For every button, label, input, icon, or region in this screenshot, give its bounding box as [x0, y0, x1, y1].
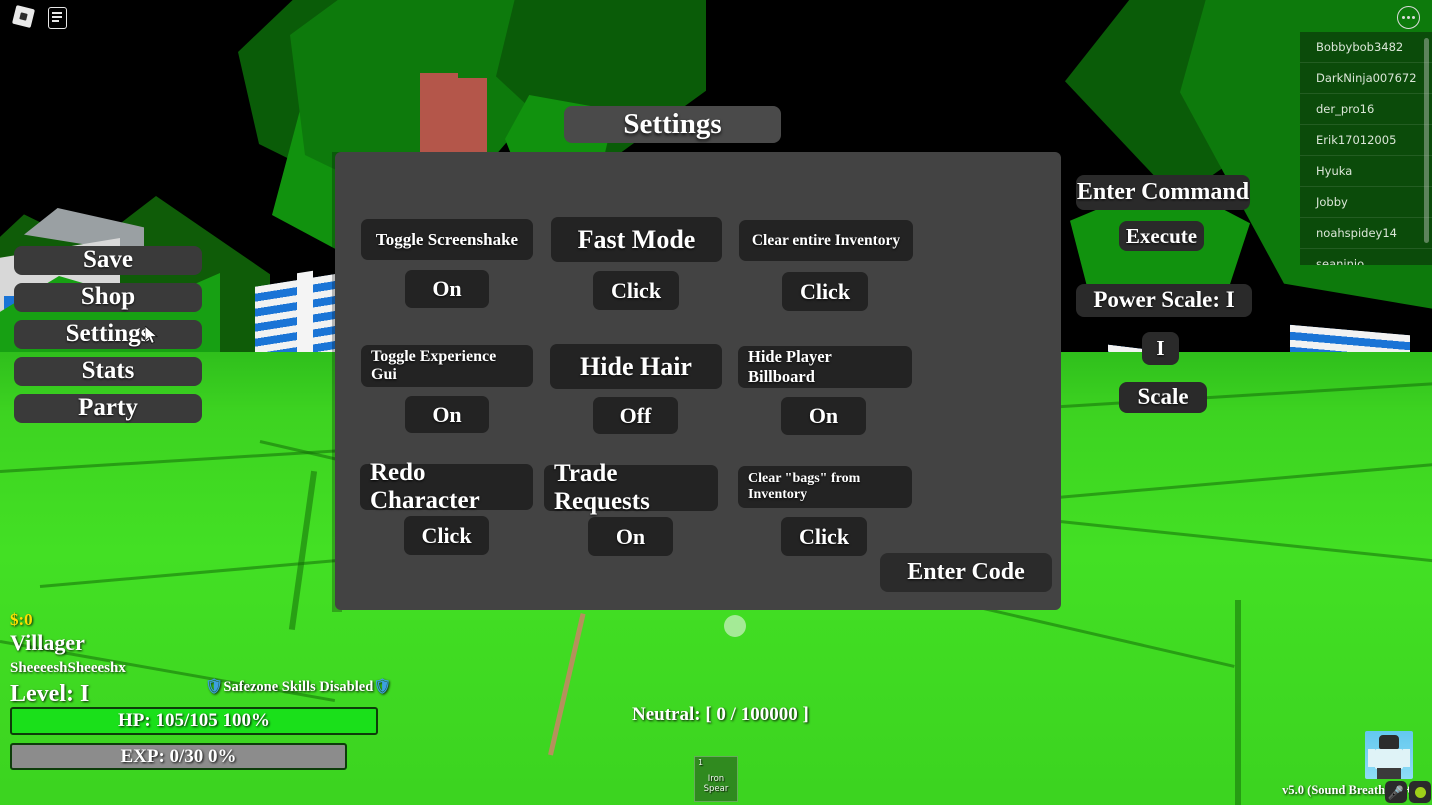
player-level: Level: I	[10, 681, 90, 708]
spear-tip	[724, 615, 746, 637]
avatar-legs	[1377, 768, 1401, 779]
setting-value-redo-character[interactable]: Click	[404, 516, 489, 555]
setting-label-hide-player-billboard[interactable]: Hide Player Billboard	[738, 346, 912, 388]
player-list-item[interactable]: seaninio	[1300, 249, 1432, 265]
capture-icon	[1414, 786, 1426, 798]
scale-value-field[interactable]: I	[1142, 332, 1179, 365]
avatar[interactable]	[1365, 731, 1413, 779]
hp-bar: HP: 105/105 100%	[10, 707, 378, 735]
microphone-icon: 🎤	[1387, 784, 1405, 800]
player-list-item[interactable]: der_pro16	[1300, 94, 1432, 125]
ground-seam-6	[1235, 600, 1241, 805]
menu-button-save[interactable]: Save	[14, 246, 202, 275]
mouse-cursor	[145, 326, 159, 345]
avatar-arm-left	[1368, 749, 1375, 767]
hp-bar-label: HP: 105/105 100%	[118, 710, 270, 731]
safezone-status: 🛡Safezone Skills Disabled🛡	[205, 678, 392, 696]
setting-value-toggle-experience-gui[interactable]: On	[405, 396, 489, 433]
dot	[1402, 16, 1405, 19]
setting-label-toggle-screenshake[interactable]: Toggle Screenshake	[361, 219, 533, 260]
setting-label-trade-requests[interactable]: Trade Requests	[544, 460, 718, 515]
menu-button-party[interactable]: Party	[14, 394, 202, 423]
setting-label-fast-mode[interactable]: Fast Mode	[551, 217, 722, 262]
setting-label-toggle-experience-gui[interactable]: Toggle Experience Gui	[361, 345, 533, 387]
capture-button[interactable]	[1409, 781, 1431, 803]
setting-value-trade-requests[interactable]: On	[588, 517, 673, 556]
player-username: SheeeeshSheeeshx	[10, 659, 126, 676]
setting-value-clear-bags-from-inventory[interactable]: Click	[781, 517, 867, 556]
shield-icon: 🛡	[205, 679, 224, 695]
menu-button-settings[interactable]: Settings	[14, 320, 202, 349]
hotbar-slot-number: 1	[698, 758, 704, 767]
player-list-item[interactable]: DarkNinja007672	[1300, 63, 1432, 94]
hotbar-slot-1[interactable]: 1 Iron Spear	[694, 756, 738, 802]
shield-icon: 🛡	[373, 679, 392, 695]
player-hud: $:0 Villager SheeeeshSheeeshx Level: I	[10, 610, 126, 709]
enter-code-button[interactable]: Enter Code	[880, 553, 1052, 592]
chat-icon[interactable]	[48, 7, 67, 29]
neutral-counter: Neutral: [ 0 / 100000 ]	[632, 704, 809, 725]
dot	[1412, 16, 1415, 19]
player-list-item[interactable]: Bobbybob3482	[1300, 32, 1432, 63]
microphone-button[interactable]: 🎤	[1385, 781, 1407, 803]
menu-button-shop[interactable]: Shop	[14, 283, 202, 312]
player-list-item[interactable]: Jobby	[1300, 187, 1432, 218]
menu-button-stats[interactable]: Stats	[14, 357, 202, 386]
setting-value-toggle-screenshake[interactable]: On	[405, 270, 489, 308]
avatar-arm-right	[1403, 749, 1410, 767]
scale-button[interactable]: Scale	[1119, 382, 1207, 413]
exp-bar: EXP: 0/30 0%	[10, 743, 347, 770]
money-display: $:0	[10, 610, 33, 629]
setting-value-fast-mode[interactable]: Click	[593, 271, 679, 310]
setting-value-clear-entire-inventory[interactable]: Click	[782, 272, 868, 311]
player-list-scrollbar[interactable]	[1424, 38, 1429, 243]
player-class: Villager	[10, 630, 85, 656]
avatar-body	[1375, 749, 1403, 769]
more-options-icon[interactable]	[1397, 6, 1420, 29]
setting-label-clear-bags-from-inventory[interactable]: Clear "bags" from Inventory	[738, 466, 912, 508]
player-list-item[interactable]: Erik17012005	[1300, 125, 1432, 156]
player-list-item[interactable]: noahspidey14	[1300, 218, 1432, 249]
player-list[interactable]: Bobbybob3482 DarkNinja007672 der_pro16 E…	[1300, 32, 1432, 265]
settings-panel: Toggle Screenshake On Fast Mode Click Cl…	[335, 152, 1061, 610]
setting-value-hide-player-billboard[interactable]: On	[781, 397, 866, 435]
execute-button[interactable]: Execute	[1119, 221, 1204, 251]
power-scale-label[interactable]: Power Scale: I	[1076, 284, 1252, 317]
setting-label-hide-hair[interactable]: Hide Hair	[550, 344, 722, 389]
player-list-item[interactable]: Hyuka	[1300, 156, 1432, 187]
avatar-head	[1379, 735, 1399, 749]
hotbar-item-name: Iron Spear	[703, 774, 729, 794]
roblox-logo-icon[interactable]	[11, 4, 36, 29]
left-menu: Save Shop Settings Stats Party	[14, 246, 202, 431]
safezone-label: Safezone Skills Disabled	[223, 679, 374, 695]
setting-label-clear-entire-inventory[interactable]: Clear entire Inventory	[739, 220, 913, 261]
dot	[1407, 16, 1410, 19]
setting-value-hide-hair[interactable]: Off	[593, 397, 678, 434]
settings-title: Settings	[564, 106, 781, 143]
enter-command-button[interactable]: Enter Command	[1076, 175, 1250, 210]
game-screen: Bobbybob3482 DarkNinja007672 der_pro16 E…	[0, 0, 1432, 805]
exp-bar-label: EXP: 0/30 0%	[120, 745, 237, 767]
roblox-topbar	[0, 0, 1432, 34]
setting-label-redo-character[interactable]: Redo Character	[360, 459, 533, 514]
